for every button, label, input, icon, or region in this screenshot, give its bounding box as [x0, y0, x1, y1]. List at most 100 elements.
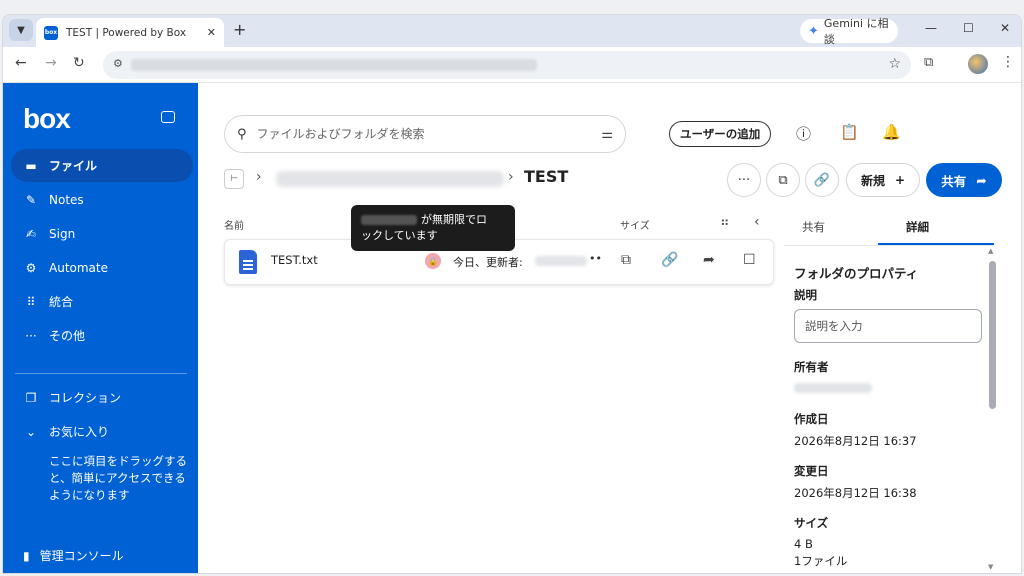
file-name[interactable]: TEST.txt — [271, 253, 318, 267]
new-tab-button[interactable]: + — [233, 20, 246, 39]
sidebar-item-label: 管理コンソール — [39, 549, 124, 563]
share-arrow-icon: ➦ — [976, 172, 987, 188]
bookmark-star-icon[interactable]: ☆ — [888, 56, 901, 72]
url-redacted — [131, 59, 537, 71]
box-logo[interactable]: box — [23, 103, 71, 135]
tab-share[interactable]: 共有 — [802, 219, 825, 235]
sidebar-item-favorites[interactable]: ⌄ お気に入り — [11, 415, 193, 448]
sidebar-item-admin-console[interactable]: ▮ 管理コンソール — [23, 547, 124, 564]
more-icon: ··· — [25, 328, 37, 343]
tab-search-button[interactable]: ▼ — [9, 19, 33, 41]
apps-icon: ⠿ — [26, 294, 36, 309]
sign-icon: ✍ — [25, 226, 37, 241]
details-scrollbar[interactable] — [989, 261, 996, 409]
description-label: 説明 — [794, 288, 817, 302]
link-icon[interactable]: 🔗 — [661, 252, 678, 268]
sidebar-collapse-icon[interactable] — [161, 111, 175, 123]
created-value: 2026年8月12日 16:37 — [794, 434, 917, 448]
share-button[interactable]: 共有 ➦ — [926, 163, 1002, 197]
description-field[interactable] — [794, 309, 982, 343]
tasks-clipboard-icon[interactable]: 📋 — [840, 123, 859, 141]
breadcrumb-chevron-icon: › — [508, 169, 514, 185]
sidebar-nav: ▬ ファイル ✎ Notes ✍ Sign ⚙ Automate ⠿ 統合 ··… — [11, 149, 193, 353]
reload-icon[interactable]: ↻ — [73, 55, 85, 71]
profile-avatar[interactable] — [968, 54, 988, 74]
forward-icon[interactable]: → — [45, 55, 57, 71]
sidebar: box ▬ ファイル ✎ Notes ✍ Sign ⚙ Automate ⠿ 統… — [3, 83, 198, 573]
size-value: 4 B — [794, 537, 813, 551]
breadcrumb-redacted[interactable] — [276, 171, 504, 187]
chevron-down-icon: ⌄ — [25, 424, 37, 439]
size-label: サイズ — [794, 516, 829, 530]
column-header-size[interactable]: サイズ — [620, 217, 650, 232]
sidebar-item-label: Notes — [49, 192, 84, 207]
copy-link-button[interactable]: ⧉ — [766, 163, 800, 197]
tab-divider — [784, 245, 994, 246]
box-app: box ▬ ファイル ✎ Notes ✍ Sign ⚙ Automate ⠿ 統… — [3, 83, 1021, 573]
scroll-down-icon[interactable]: ▼ — [988, 563, 993, 571]
owner-label: 所有者 — [794, 360, 829, 374]
new-button-label: 新規 — [860, 173, 885, 188]
sidebar-item-label: その他 — [49, 329, 86, 343]
share-link-button[interactable]: 🔗 — [805, 163, 839, 197]
tab-details[interactable]: 詳細 — [906, 219, 929, 235]
sidebar-item-label: Sign — [49, 226, 76, 241]
new-button[interactable]: 新規 + — [846, 163, 920, 197]
sidebar-item-label: 統合 — [49, 295, 74, 309]
sidebar-item-integrations[interactable]: ⠿ 統合 — [11, 285, 193, 318]
more-options-button[interactable]: ··· — [727, 163, 761, 197]
help-icon[interactable]: ⓘ — [796, 123, 811, 144]
modified-label: 変更日 — [794, 464, 829, 478]
owner-redacted — [794, 383, 872, 393]
sidebar-item-collections[interactable]: ❐ コレクション — [11, 381, 193, 414]
minimize-icon[interactable]: — — [925, 21, 937, 35]
search-input[interactable] — [256, 127, 602, 141]
share-arrow-icon[interactable]: ➦ — [703, 252, 715, 268]
site-info-icon[interactable]: ⚙ — [113, 57, 123, 70]
main-content: ⚲ ⚌ ユーザーの追加 ⓘ 📋 🔔 ⊢ › › TEST ··· ⧉ 🔗 新規 … — [198, 83, 1021, 573]
column-header-name[interactable]: 名前 — [224, 217, 244, 232]
modified-info: 今日、更新者: — [453, 256, 523, 269]
tooltip-user-redacted — [361, 215, 417, 225]
box-favicon-icon: box — [44, 25, 58, 40]
scroll-up-icon[interactable]: ▲ — [988, 247, 993, 255]
chevron-left-icon[interactable]: ‹ — [754, 214, 760, 230]
sidebar-item-label: お気に入り — [49, 425, 110, 439]
browser-tab[interactable]: box TEST | Powered by Box ✕ — [36, 18, 224, 47]
bar-chart-icon: ▮ — [23, 548, 30, 563]
sidebar-item-label: Automate — [49, 260, 108, 275]
favorites-hint: ここに項目をドラッグすると、簡単にアクセスできるようになります — [49, 454, 187, 502]
browser-toolbar: ← → ↻ ⚙ ☆ ⧉ ⋮ — [3, 47, 1021, 83]
tab-close-icon[interactable]: ✕ — [207, 26, 216, 39]
search-icon: ⚲ — [237, 126, 247, 142]
share-button-label: 共有 — [941, 173, 967, 189]
select-checkbox[interactable]: ☐ — [743, 252, 756, 268]
text-file-icon — [239, 250, 257, 274]
sidebar-item-files[interactable]: ▬ ファイル — [11, 149, 193, 182]
gemini-button[interactable]: ✦ Gemini に相談 — [800, 17, 898, 46]
sidebar-item-sign[interactable]: ✍ Sign — [11, 217, 193, 250]
sidebar-nav-secondary: ❐ コレクション ⌄ お気に入り — [11, 381, 193, 449]
extensions-icon[interactable]: ⧉ — [924, 55, 933, 70]
overflow-dots: •• — [589, 252, 602, 265]
sidebar-item-label: ファイル — [49, 159, 98, 173]
maximize-icon[interactable]: ☐ — [963, 21, 974, 35]
sidebar-item-notes[interactable]: ✎ Notes — [11, 183, 193, 216]
back-icon[interactable]: ← — [15, 55, 27, 71]
breadcrumb-tree-icon[interactable]: ⊢ — [224, 169, 244, 189]
search-bar: ⚲ ⚌ — [224, 115, 626, 153]
browser-menu-icon[interactable]: ⋮ — [1001, 54, 1015, 70]
window-close-icon[interactable]: ✕ — [1000, 21, 1010, 35]
filter-sliders-icon[interactable]: ⚌ — [601, 127, 613, 142]
lock-icon[interactable]: 🔒 — [425, 253, 441, 269]
gemini-sparkle-icon: ✦ — [808, 23, 819, 39]
page-title: TEST — [524, 167, 569, 186]
address-bar[interactable]: ⚙ ☆ — [103, 51, 911, 79]
copy-icon[interactable]: ⧉ — [621, 252, 631, 268]
sidebar-item-more[interactable]: ··· その他 — [11, 319, 193, 352]
notifications-bell-icon[interactable]: 🔔 — [882, 123, 901, 141]
sidebar-item-automate[interactable]: ⚙ Automate — [11, 251, 193, 284]
add-user-button[interactable]: ユーザーの追加 — [669, 121, 772, 147]
collections-icon: ❐ — [25, 390, 37, 405]
grid-view-icon[interactable]: ⠶ — [720, 215, 730, 230]
